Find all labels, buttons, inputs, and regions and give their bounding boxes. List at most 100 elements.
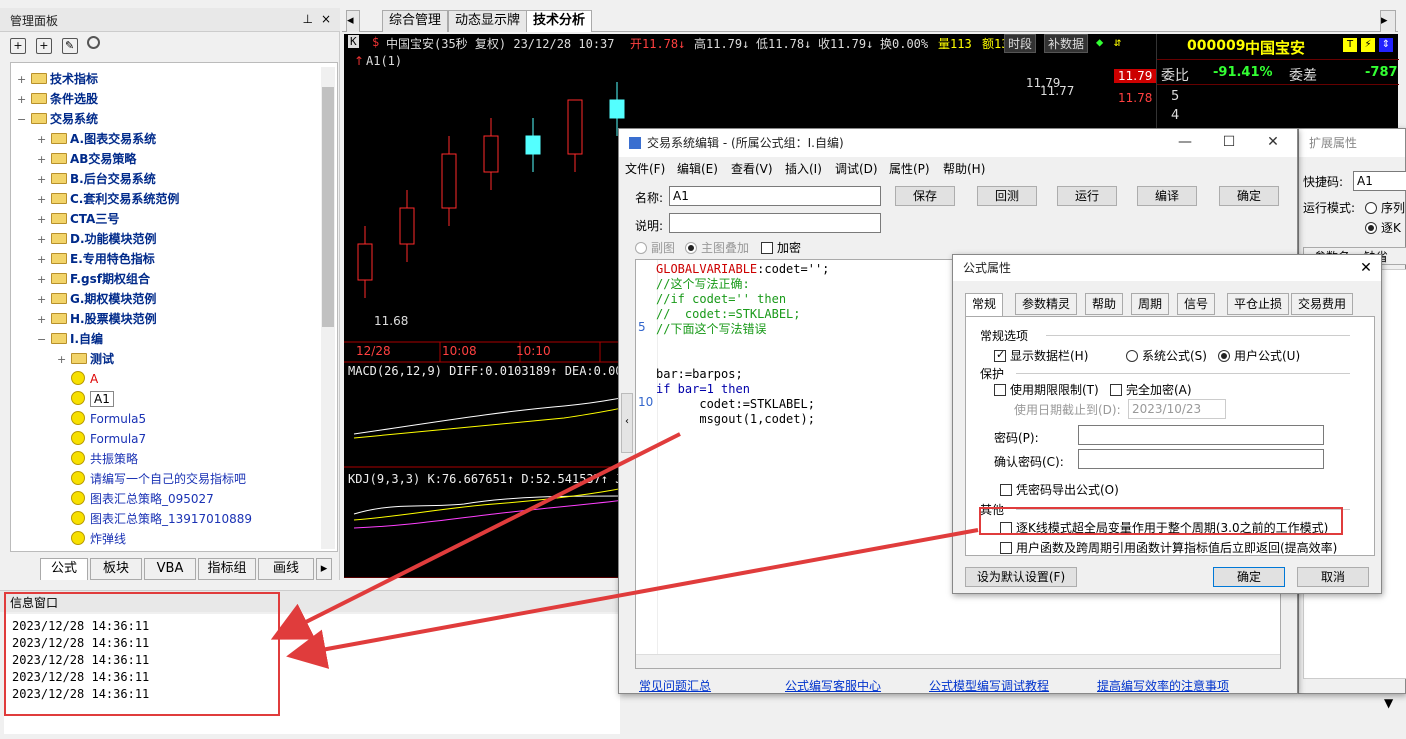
menu-debug[interactable]: 调试(D): [835, 159, 878, 179]
expander-icon[interactable]: +: [17, 90, 27, 110]
tab-period[interactable]: 周期: [1131, 293, 1170, 315]
tab-general[interactable]: 常规: [965, 293, 1004, 317]
confirm-password-input[interactable]: [1078, 449, 1324, 469]
expander-icon[interactable]: +: [37, 230, 47, 250]
tree-item[interactable]: A1: [57, 389, 114, 409]
editor-hscroll[interactable]: [636, 654, 1280, 668]
tree-item[interactable]: + G.期权模块范例: [37, 289, 156, 309]
immediate-return-checkbox[interactable]: 用户函数及跨周期引用函数计算指标值后立即返回(提高效率): [1000, 539, 1337, 556]
tree-item[interactable]: + B.后台交易系统: [37, 169, 156, 189]
export-with-password-checkbox[interactable]: 凭密码导出公式(O): [1000, 481, 1119, 498]
tree-item[interactable]: − 交易系统: [17, 109, 98, 129]
tree-item[interactable]: Formula7: [57, 429, 146, 449]
tree-item[interactable]: + H.股票模块范例: [37, 309, 157, 329]
password-input[interactable]: [1078, 425, 1324, 445]
use-limit-checkbox[interactable]: 使用期限限制(T): [994, 381, 1099, 398]
full-encrypt-checkbox[interactable]: 完全加密(A): [1110, 381, 1192, 398]
expander-icon[interactable]: +: [37, 150, 47, 170]
tabs-next-icon[interactable]: ▸: [316, 558, 332, 580]
menu-file[interactable]: 文件(F): [625, 159, 665, 179]
tree-item[interactable]: + C.套利交易系统范例: [37, 189, 179, 209]
name-input[interactable]: A1: [669, 186, 881, 206]
tree-item[interactable]: − I.自编: [37, 329, 103, 349]
tab-formula[interactable]: 公式: [40, 558, 88, 580]
system-formula-radio[interactable]: 系统公式(S): [1126, 347, 1207, 364]
menu-help[interactable]: 帮助(H): [943, 159, 985, 179]
tab-vba[interactable]: VBA: [144, 558, 196, 580]
set-default-button[interactable]: 设为默认设置(F): [965, 567, 1077, 587]
menu-view[interactable]: 查看(V): [731, 159, 773, 179]
show-data-checkbox[interactable]: 显示数据栏(H): [994, 347, 1088, 364]
tab-overview[interactable]: 综合管理: [382, 10, 449, 32]
tab-fees[interactable]: 交易费用: [1291, 293, 1354, 315]
tab-indicator-group[interactable]: 指标组: [198, 558, 256, 580]
user-formula-radio[interactable]: 用户公式(U): [1218, 347, 1300, 364]
scroll-down-icon[interactable]: ▼: [1384, 696, 1404, 726]
tree-item[interactable]: + 技术指标: [17, 69, 98, 89]
expander-icon[interactable]: +: [37, 290, 47, 310]
backtest-button[interactable]: 回测: [977, 186, 1037, 206]
link-tips[interactable]: 提高编写效率的注意事项: [1097, 677, 1229, 694]
expander-icon[interactable]: +: [37, 250, 47, 270]
sort-icon[interactable]: ⇕: [1379, 38, 1393, 52]
tree-scrollbar[interactable]: [321, 67, 335, 549]
lightning-icon[interactable]: ⚡: [1361, 38, 1375, 52]
close-icon[interactable]: ×: [321, 12, 331, 26]
expander-icon[interactable]: +: [37, 190, 47, 210]
encrypt-checkbox[interactable]: 加密: [761, 239, 801, 256]
tree-item[interactable]: +J.Python策略范例: [37, 549, 175, 551]
tree-item[interactable]: Formula5: [57, 409, 146, 429]
cancel-button[interactable]: 取消: [1297, 567, 1369, 587]
link-faq[interactable]: 常见问题汇总: [639, 677, 711, 694]
confirm-button[interactable]: 确定: [1219, 186, 1279, 206]
tab-sector[interactable]: 板块: [90, 558, 142, 580]
tree-item[interactable]: A: [57, 369, 98, 389]
tabs-prev-icon[interactable]: ◂: [346, 10, 360, 32]
close-icon[interactable]: ✕: [1351, 255, 1381, 281]
expander-icon[interactable]: +: [37, 130, 47, 150]
run-button[interactable]: 运行: [1057, 186, 1117, 206]
tree-scrollbar-thumb[interactable]: [322, 87, 334, 327]
run-mode-per-k[interactable]: 逐K: [1365, 219, 1401, 236]
sub-chart-option[interactable]: 副图: [635, 239, 675, 256]
tree-item[interactable]: + AB交易策略: [37, 149, 136, 169]
shortcut-input[interactable]: A1: [1353, 171, 1406, 191]
expander-icon[interactable]: +: [57, 350, 67, 370]
expander-icon[interactable]: +: [37, 270, 47, 290]
tree-item[interactable]: 图表汇总策略_095027: [57, 489, 214, 509]
tab-signal[interactable]: 信号: [1177, 293, 1216, 315]
menu-properties[interactable]: 属性(P): [889, 159, 930, 179]
expander-icon[interactable]: +: [17, 70, 27, 90]
minimize-icon[interactable]: —: [1163, 129, 1207, 157]
desc-input[interactable]: [669, 213, 881, 233]
main-overlay-option[interactable]: 主图叠加: [685, 239, 749, 256]
tree-item[interactable]: + A.图表交易系统: [37, 129, 156, 149]
tree-item[interactable]: + D.功能模块范例: [37, 229, 157, 249]
link-support[interactable]: 公式编写客服中心: [785, 677, 881, 694]
tree-item[interactable]: 共振策略: [57, 449, 138, 469]
tree-item[interactable]: + 测试: [57, 349, 114, 369]
expander-icon[interactable]: −: [17, 110, 27, 130]
expire-date-input[interactable]: 2023/10/23: [1128, 399, 1226, 419]
tree-item[interactable]: + 条件选股: [17, 89, 98, 109]
edit-icon[interactable]: ✎: [61, 38, 78, 54]
tab-drawing[interactable]: 画线: [258, 558, 314, 580]
t-icon[interactable]: T: [1343, 38, 1357, 52]
new-group-icon[interactable]: +: [35, 38, 52, 54]
pin-icon[interactable]: ⊥: [303, 12, 313, 26]
tab-param-wizard[interactable]: 参数精灵: [1015, 293, 1078, 315]
tab-stop-loss[interactable]: 平仓止损: [1227, 293, 1290, 315]
tab-help[interactable]: 帮助: [1085, 293, 1124, 315]
ok-button[interactable]: 确定: [1213, 567, 1285, 587]
expander-icon[interactable]: +: [37, 550, 47, 551]
tree-item[interactable]: + E.专用特色指标: [37, 249, 155, 269]
tab-tech-analysis[interactable]: 技术分析: [526, 10, 593, 32]
menu-insert[interactable]: 插入(I): [785, 159, 822, 179]
tree-item[interactable]: 炸弹线: [57, 529, 126, 549]
menu-edit[interactable]: 编辑(E): [677, 159, 718, 179]
tree-item[interactable]: 图表汇总策略_13917010889: [57, 509, 252, 529]
expander-icon[interactable]: +: [37, 210, 47, 230]
expander-icon[interactable]: +: [37, 310, 47, 330]
maximize-icon[interactable]: ☐: [1207, 129, 1251, 157]
new-formula-icon[interactable]: +: [10, 38, 26, 54]
